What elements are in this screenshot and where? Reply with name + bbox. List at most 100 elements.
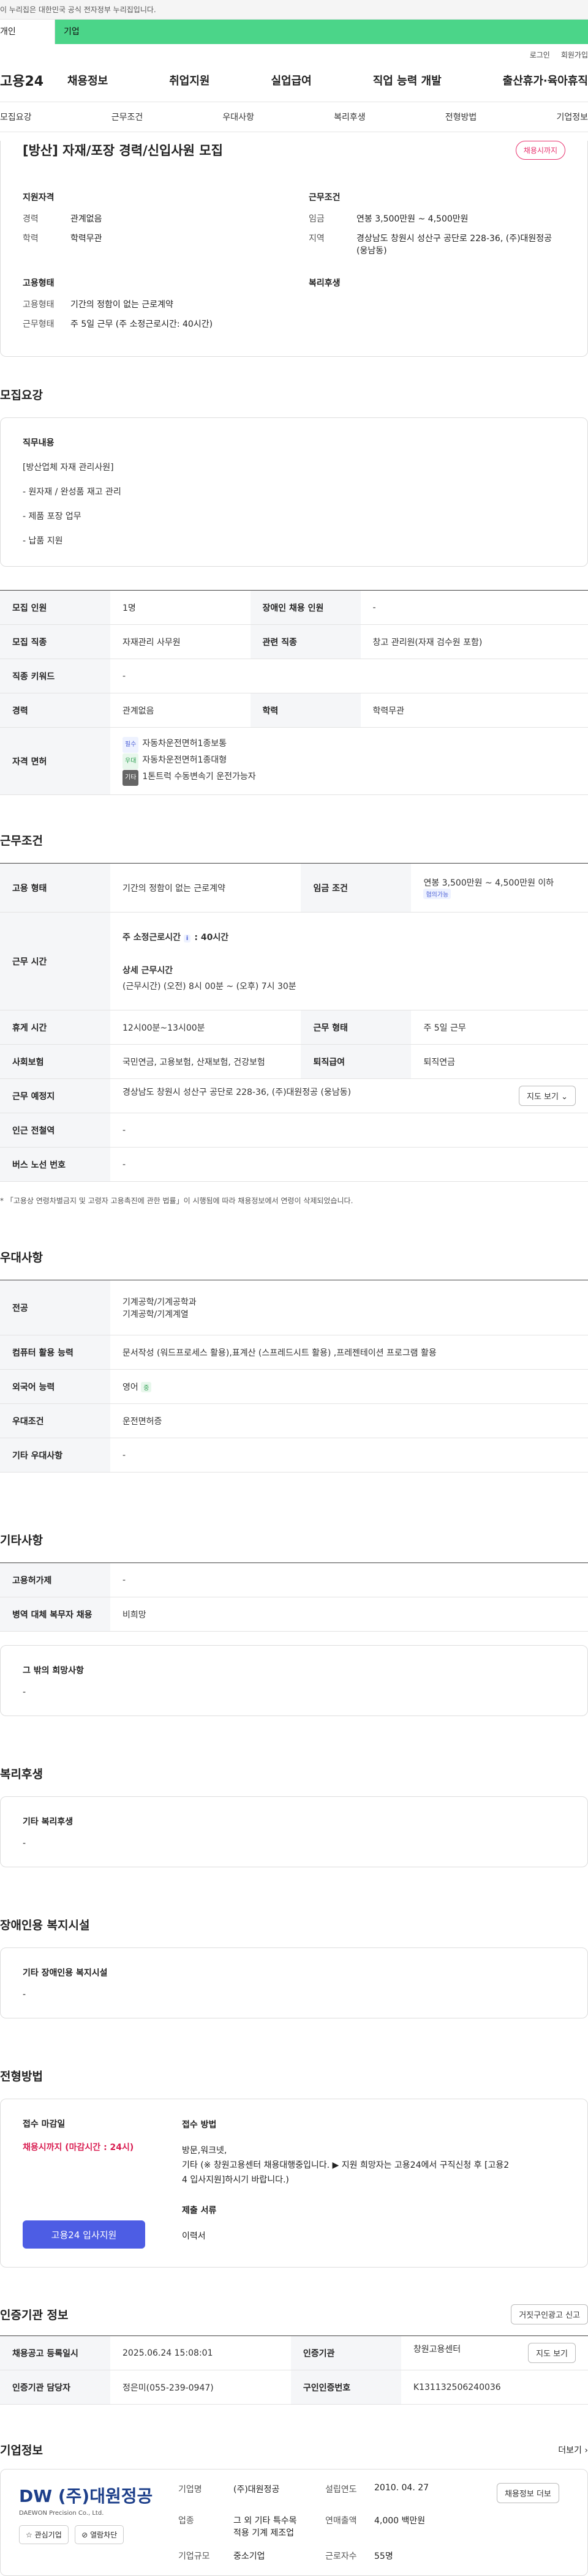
apply-card: 접수 마감일 채용시까지 (마감시간 : 24시) 고용24 입사지원 접수 방… [0,2099,588,2268]
wage-value: 연봉 3,500만원 ~ 4,500만원 이하 협의가능 [411,863,588,913]
disab-value: - [23,1990,26,1999]
lic-name: 자동차운전면허1종보통 [142,739,227,749]
gnb-item-support[interactable]: 취업지원 [169,72,209,88]
subway-key: 인근 전철역 [0,1113,110,1148]
site-logo[interactable]: 고용24 [0,70,67,90]
emp-title: 고용형태 [23,278,55,288]
fav-company-button[interactable]: ☆ 관심기업 [19,2525,69,2544]
empty-cell [497,2514,569,2539]
hours-key: 근무 시간 [0,912,110,1010]
map-button[interactable]: 지도 보기 [528,2343,576,2363]
welfare-value: - [23,1839,26,1848]
company-section-title: 기업정보 [0,2444,43,2457]
company-card: DW (주)대원정공 DAEWON Precision Co., Ltd. ☆ … [0,2469,588,2576]
block-company-button[interactable]: ⊘ 열람차단 [75,2525,124,2544]
info-icon[interactable]: i [183,934,191,943]
company-header: 기업정보 더보기 › [0,2441,588,2458]
login-link[interactable]: 로그인 [530,50,550,60]
table-row: 직종 키워드 - [0,659,588,693]
career-key: 경력 [0,693,110,728]
hours-detail-key: 상세 근무시간 [123,965,173,976]
wish-card: 그 밖의 희망사항 - [0,1645,588,1716]
size-value: 중소기업 [233,2552,265,2561]
other-table: 고용허가제 - 병역 대체 복무자 채용 비희망 [0,1562,588,1632]
reg-value: 2025.06.24 15:08:01 [110,2335,291,2370]
edu-value: 학력무관 [360,693,588,728]
work-title: 근무조건 [309,193,341,203]
cond-value: 운전면허증 [110,1403,588,1438]
tab-individual[interactable]: 개인 [0,20,55,44]
emptype-key: 고용 형태 [0,863,110,913]
company-more-label: 더보기 [558,2445,582,2455]
major-key: 전공 [0,1280,110,1335]
tab-company[interactable]: 기업 [55,20,588,44]
table-row: 자격 면허 필수 자동차운전면허1종보통 우대 자동차운전면허1종대형 기타 1톤트럭… [0,727,588,795]
block-company-label: 열람차단 [90,2531,118,2539]
welfare-card: 기타 복리후생 - [0,1796,588,1867]
name-value: (주)대원정공 [233,2485,280,2495]
table-row: 고용 형태 기간의 정함이 없는 근로계약 임금 조건 연봉 3,500만원 ~ 4,… [0,863,588,913]
table-row: 인증기관 담당자 정은미(055-239-0947) 구인인증번호 K13113250… [0,2370,588,2405]
duty-label: 직무내용 [23,438,55,448]
table-row: 채용공고 등록일시 2025.06.24 15:08:01 인증기관 창원고용센터 지도… [0,2335,588,2370]
gnb-item-benefit[interactable]: 실업급여 [271,72,312,88]
place-key: 근무 예정지 [0,1078,110,1113]
map-button[interactable]: 지도 보기 ⌄ [518,1086,576,1106]
job-key: 모집 직종 [0,624,110,659]
hours-val: : 40시간 [194,932,229,943]
place-text: 경상남도 창원시 성산구 공단로 228-36, (주)대원정공 (웅남동) [123,1088,352,1097]
job-title: [방산] 자재/포장 경력/신입사원 모집 [23,143,223,158]
duty-line: - 제품 포장 업무 [23,512,81,521]
company-more-link[interactable]: 더보기 › [558,2444,588,2456]
join-link[interactable]: 회원가입 [561,50,588,60]
form-value: 주 5일 근무 (주 소정근로시간: 40시간) [70,319,213,329]
lic-tag: 기타 [123,770,139,786]
name-key: 기업명 [178,2485,202,2495]
num-key: 구인인증번호 [290,2370,401,2405]
job-info-button[interactable]: 채용정보 더보 [497,2483,559,2503]
edu-value: 학력무관 [70,234,102,244]
lic-name: 자동차운전면허1종대형 [142,755,227,765]
gnb-item-jobs[interactable]: 채용정보 [67,72,108,88]
method-line: 기타 (※ 창원고용센터 채용대행중입니다. ▶ 지원 희망자는 고용24에서 … [182,2160,510,2170]
report-button[interactable]: 거짓구인광고 신고 [511,2304,588,2324]
tab-work[interactable]: 근무조건 [111,111,143,123]
gnb-item-leave[interactable]: 출산휴가·육아휴직 [503,72,588,88]
form-key: 근무형태 [23,319,55,329]
cert-table: 채용공고 등록일시 2025.06.24 15:08:01 인증기관 창원고용센터 지도… [0,2335,588,2405]
pref-section-title: 우대사항 [0,1251,43,1264]
other-section-title: 기타사항 [0,1534,43,1547]
tab-welfare[interactable]: 복리후생 [334,111,366,123]
job-btn-cell: 채용정보 더보 [497,2483,569,2503]
loc-value: 경상남도 창원시 성산구 공단로 228-36, (주)대원정공 (웅남동) [356,234,552,256]
gov-notice-text: 이 누리집은 대한민국 공식 전자정부 누리집입니다. [0,6,156,14]
lang-value: 영어 중 [110,1369,588,1404]
subway-value: - [110,1113,588,1148]
tab-pref[interactable]: 우대사항 [222,111,254,123]
count-key: 모집 인원 [0,590,110,625]
mil-value: 비희망 [110,1597,588,1632]
table-row: 컴퓨터 활용 능력 문서작성 (워드프로세스 활용),표계산 (스프레드시트 활용… [0,1335,588,1370]
reg-key: 채용공고 등록일시 [0,2335,110,2370]
lic-value: 필수 자동차운전면허1종보통 우대 자동차운전면허1종대형 기타 1톤트럭 수동변속기… [110,727,588,795]
method-label: 접수 방법 [182,2120,217,2130]
gnb-item-training[interactable]: 직업 능력 개발 [373,72,442,88]
bus-value: - [110,1147,588,1182]
bus-key: 버스 노선 번호 [0,1147,110,1182]
duty-line: [방산업체 자재 관리사원] [23,463,114,472]
doc-label: 제출 서류 [182,2206,217,2216]
tab-company[interactable]: 기업정보 [556,111,588,123]
util-links: 로그인 회원가입 [0,44,588,65]
work-section-title: 근무조건 [0,834,43,848]
method-line: 4 입사지원]하시기 바랍니다.) [182,2175,289,2185]
lang-level-tag: 중 [141,1381,152,1392]
apply-button[interactable]: 고용24 입사지원 [23,2220,145,2249]
tab-recruit[interactable]: 모집요강 [0,111,32,123]
ret-value: 퇴직연금 [411,1044,588,1079]
doc-value: 이력서 [182,2231,206,2241]
ind-value: 그 외 기타 특수목 적용 기계 제조업 [233,2514,325,2539]
wage-text: 연봉 3,500만원 ~ 4,500만원 이하 [423,878,554,888]
wish-value: - [23,1687,26,1697]
tab-apply[interactable]: 전형방법 [445,111,477,123]
org-value: 창원고용센터 지도 보기 [401,2335,588,2370]
